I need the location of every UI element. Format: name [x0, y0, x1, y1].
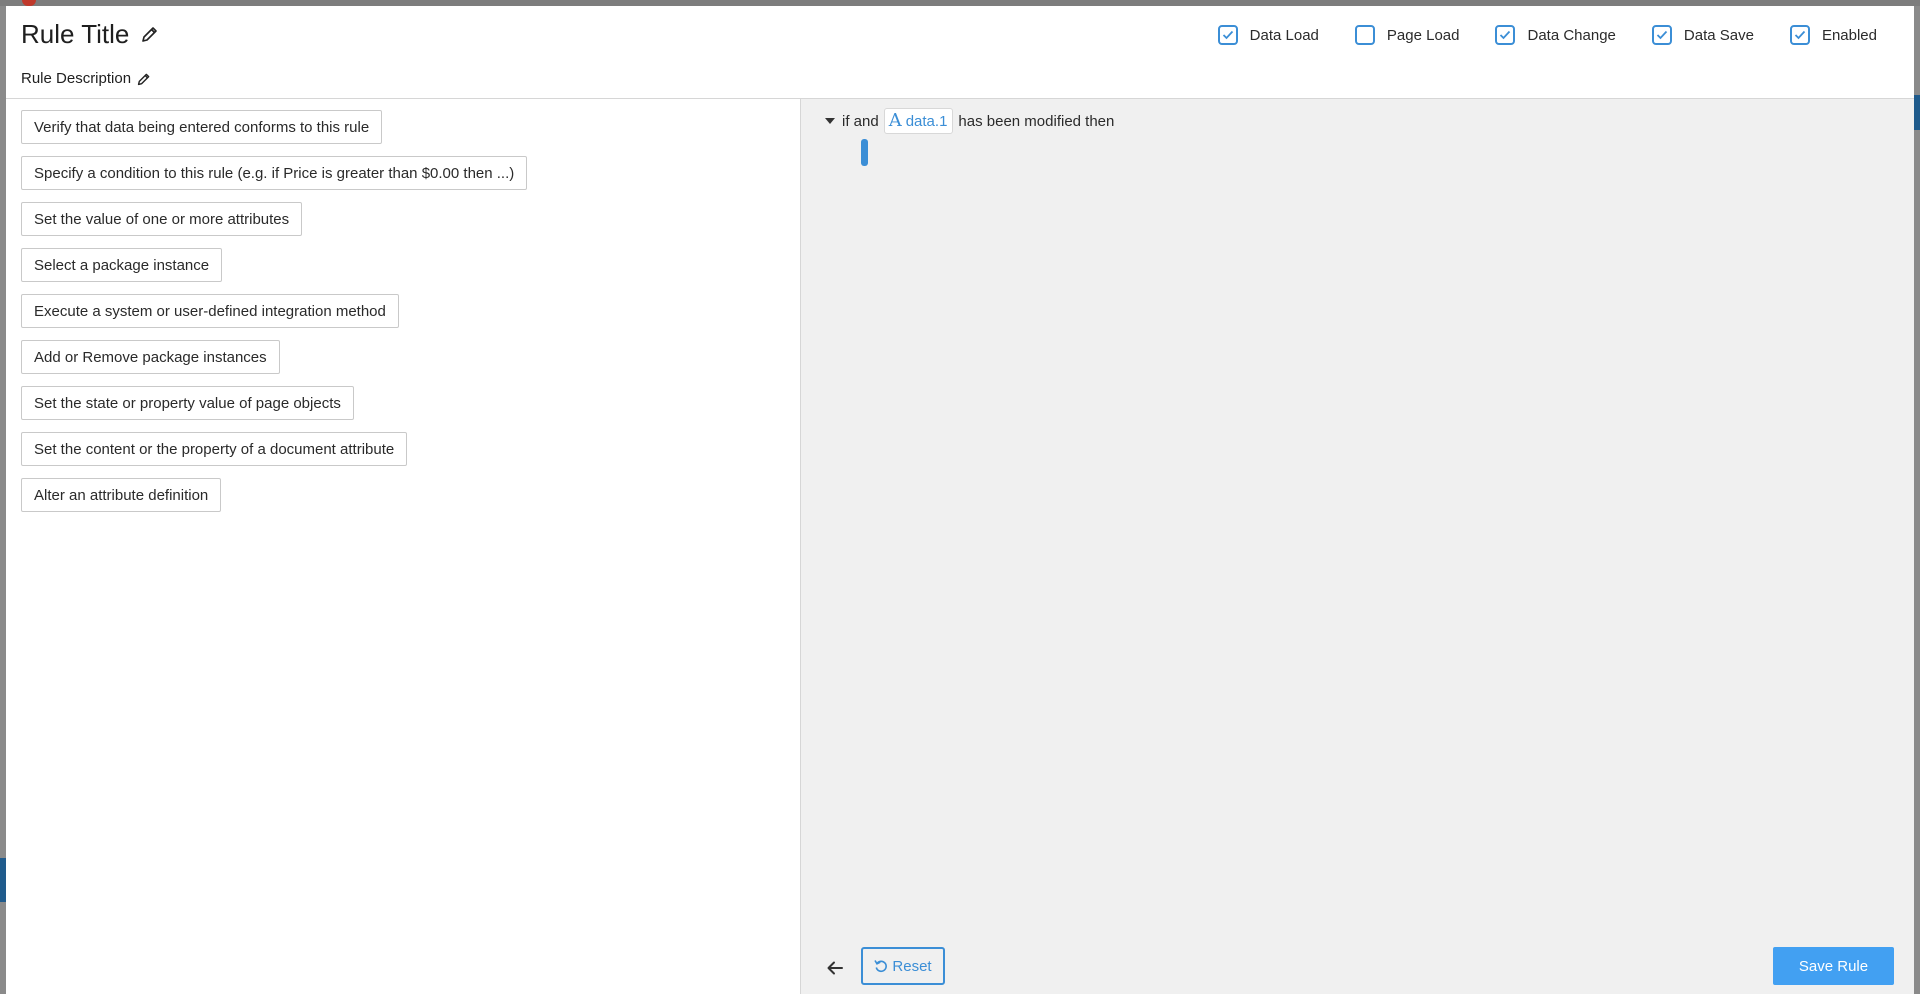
option-execute-method-button[interactable]: Execute a system or user-defined integra…	[21, 294, 399, 328]
pencil-icon[interactable]	[137, 72, 151, 86]
checkbox-box[interactable]	[1651, 25, 1672, 45]
option-button-list: Verify that data being entered conforms …	[21, 110, 528, 524]
checkbox-box[interactable]	[1495, 25, 1516, 45]
checkmark-icon	[1222, 30, 1233, 40]
pencil-icon[interactable]	[141, 25, 159, 43]
rule-suffix: has been modified then	[958, 112, 1115, 130]
rule-description[interactable]: Rule Description	[21, 69, 151, 89]
trigger-checkboxes: Data Load Page Load Data Change Data Sav…	[1182, 25, 1877, 45]
option-verify-button[interactable]: Verify that data being entered conforms …	[21, 110, 383, 144]
checkbox-page-load[interactable]: Page Load	[1354, 25, 1460, 45]
attribute-name[interactable]: data.1	[906, 113, 948, 130]
checkbox-box[interactable]	[1354, 25, 1375, 45]
option-set-value-button[interactable]: Set the value of one or more attributes	[21, 202, 303, 236]
rule-prefix: if and	[842, 112, 879, 130]
option-alter-attribute-button[interactable]: Alter an attribute definition	[21, 478, 222, 512]
text-attribute-icon: A	[888, 110, 902, 131]
option-add-remove-package-button[interactable]: Add or Remove package instances	[21, 340, 280, 374]
checkbox-label[interactable]: Data Save	[1684, 27, 1754, 44]
checkbox-data-change[interactable]: Data Change	[1495, 25, 1616, 45]
rule-description-text[interactable]: Rule Description	[21, 69, 131, 89]
checkmark-icon	[1794, 30, 1806, 40]
save-label[interactable]: Save Rule	[1799, 958, 1868, 975]
checkmark-icon	[1500, 30, 1511, 40]
checkbox-enabled[interactable]: Enabled	[1789, 25, 1877, 45]
rule-editor-modal: Rule Title Rule Description Data Load Pa…	[6, 6, 1914, 994]
checkbox-data-save[interactable]: Data Save	[1651, 25, 1754, 45]
rule-statement: if and A data.1 has been modified then	[825, 108, 1114, 134]
option-set-page-object-button[interactable]: Set the state or property value of page …	[21, 386, 354, 420]
option-select-package-button[interactable]: Select a package instance	[21, 248, 223, 282]
arrow-left-icon[interactable]	[825, 958, 845, 978]
save-rule-button[interactable]: Save Rule	[1773, 947, 1894, 985]
checkmark-icon	[1656, 30, 1668, 40]
checkbox-box[interactable]	[1217, 25, 1238, 45]
checkbox-label[interactable]: Data Load	[1250, 27, 1319, 44]
option-condition-button[interactable]: Specify a condition to this rule (e.g. i…	[21, 156, 528, 190]
undo-icon	[874, 960, 888, 973]
rule-editor-canvas: if and A data.1 has been modified then R…	[801, 99, 1914, 994]
action-drop-slot[interactable]	[861, 139, 868, 166]
checkbox-label[interactable]: Data Change	[1527, 27, 1615, 44]
attribute-chip[interactable]: A data.1	[883, 108, 954, 134]
action-options-panel: Verify that data being entered conforms …	[6, 99, 801, 994]
reset-label[interactable]: Reset	[892, 958, 931, 975]
caret-down-icon[interactable]	[825, 118, 835, 124]
checkbox-label[interactable]: Enabled	[1822, 27, 1877, 44]
checkbox-box[interactable]	[1789, 25, 1810, 45]
checkbox-label[interactable]: Page Load	[1387, 27, 1460, 44]
rule-header: Rule Title Rule Description Data Load Pa…	[6, 6, 1914, 99]
backdrop-accent-right	[1914, 95, 1920, 130]
rule-title-text[interactable]: Rule Title	[21, 18, 129, 50]
checkbox-data-load[interactable]: Data Load	[1217, 25, 1319, 45]
option-set-document-button[interactable]: Set the content or the property of a doc…	[21, 432, 408, 466]
reset-button[interactable]: Reset	[861, 947, 945, 985]
rule-title[interactable]: Rule Title	[21, 18, 159, 50]
